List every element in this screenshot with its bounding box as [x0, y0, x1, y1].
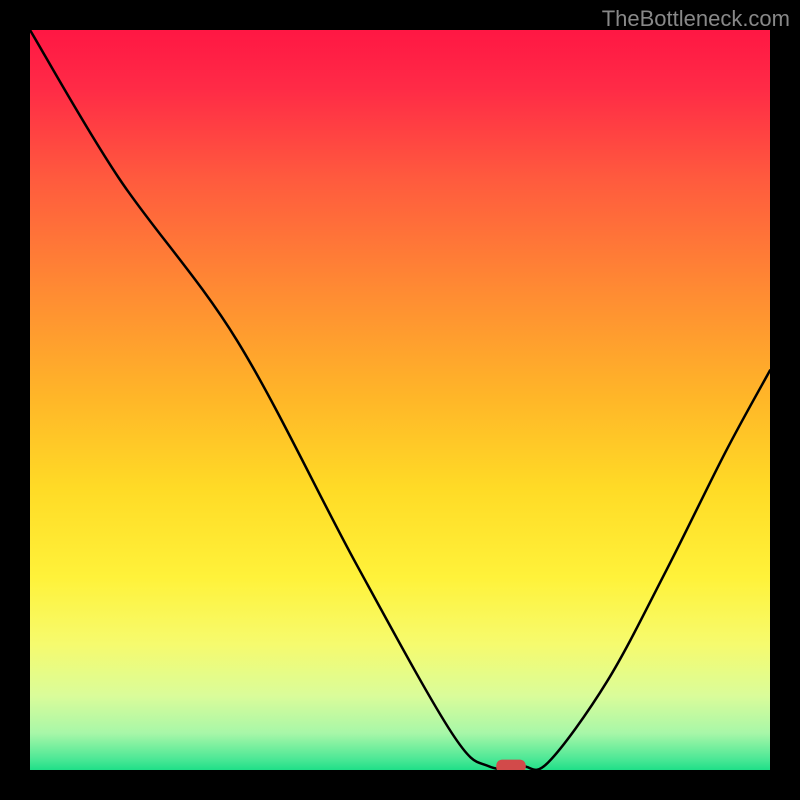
optimal-marker [496, 760, 526, 770]
chart-svg [30, 30, 770, 770]
plot-area [30, 30, 770, 770]
watermark-text: TheBottleneck.com [602, 6, 790, 32]
gradient-background [30, 30, 770, 770]
chart-container: TheBottleneck.com [0, 0, 800, 800]
